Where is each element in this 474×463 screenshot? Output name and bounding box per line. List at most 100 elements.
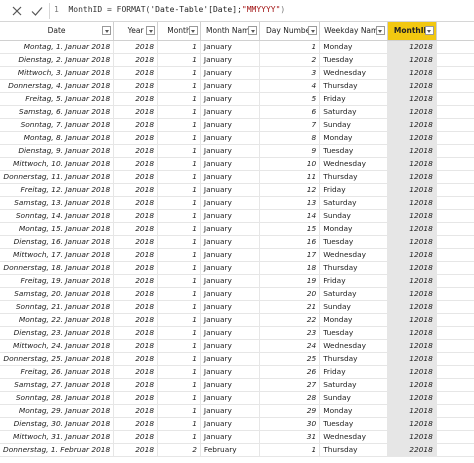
table-row[interactable]: Samstag, 6. Januar 2018 2018 1 January 6 Satu…	[0, 105, 474, 119]
cell-year[interactable]: 2018	[113, 287, 159, 301]
cell-date[interactable]: Dienstag, 30. Januar 2018	[0, 417, 115, 431]
cell-month[interactable]: 1	[157, 53, 201, 67]
cell-month-id[interactable]: 12018	[387, 53, 437, 67]
cell-day-number[interactable]: 12	[259, 183, 321, 197]
cell-day-number[interactable]: 4	[259, 79, 321, 93]
table-row[interactable]: Mittwoch, 3. Januar 2018 2018 1 January 3 Wed…	[0, 66, 474, 80]
cell-month[interactable]: 1	[157, 287, 201, 301]
cell-day-number[interactable]: 6	[259, 105, 321, 119]
cell-year[interactable]: 2018	[113, 40, 159, 54]
table-row[interactable]: Sonntag, 21. Januar 2018 2018 1 January 21 Su…	[0, 300, 474, 314]
cell-month-id[interactable]: 12018	[387, 144, 437, 158]
cell-weekday-name[interactable]: Sunday	[319, 118, 388, 132]
cell-weekday-name[interactable]: Monday	[319, 313, 388, 327]
cell-day-number[interactable]: 29	[259, 404, 321, 418]
cell-month-id[interactable]: 12018	[387, 339, 437, 353]
cell-weekday-name[interactable]: Saturday	[319, 196, 388, 210]
column-header-month-name[interactable]: Month Name	[200, 22, 261, 41]
cell-month-name[interactable]: January	[200, 170, 261, 184]
cell-year[interactable]: 2018	[113, 391, 159, 405]
cell-day-number[interactable]: 13	[259, 196, 321, 210]
commit-check-icon[interactable]	[29, 3, 45, 19]
cell-year[interactable]: 2018	[113, 443, 159, 457]
cell-date[interactable]: Donnerstag, 18. Januar 2018	[0, 261, 115, 275]
table-row[interactable]: Samstag, 20. Januar 2018 2018 1 January 20 Sa…	[0, 287, 474, 301]
cell-year[interactable]: 2018	[113, 326, 159, 340]
cell-day-number[interactable]: 1	[259, 443, 321, 457]
cell-date[interactable]: Montag, 8. Januar 2018	[0, 131, 115, 145]
cell-weekday-name[interactable]: Wednesday	[319, 157, 388, 171]
cell-date[interactable]: Montag, 15. Januar 2018	[0, 222, 115, 236]
table-row[interactable]: Sonntag, 14. Januar 2018 2018 1 January 14 Su…	[0, 209, 474, 223]
cell-day-number[interactable]: 11	[259, 170, 321, 184]
cell-weekday-name[interactable]: Friday	[319, 183, 388, 197]
cell-day-number[interactable]: 5	[259, 92, 321, 106]
cell-month[interactable]: 1	[157, 339, 201, 353]
cell-weekday-name[interactable]: Wednesday	[319, 339, 388, 353]
table-row[interactable]: Freitag, 5. Januar 2018 2018 1 January 5 Frid…	[0, 92, 474, 106]
cancel-icon[interactable]	[9, 3, 25, 19]
cell-day-number[interactable]: 18	[259, 261, 321, 275]
cell-year[interactable]: 2018	[113, 118, 159, 132]
cell-month-name[interactable]: January	[200, 365, 261, 379]
cell-month-id[interactable]: 12018	[387, 157, 437, 171]
cell-month-id[interactable]: 12018	[387, 300, 437, 314]
cell-month-name[interactable]: January	[200, 417, 261, 431]
filter-dropdown-icon[interactable]	[188, 26, 198, 35]
cell-month[interactable]: 1	[157, 118, 201, 132]
cell-month-name[interactable]: January	[200, 183, 261, 197]
table-row[interactable]: Donnerstag, 1. Februar 2018 2018 2 February…	[0, 443, 474, 457]
cell-weekday-name[interactable]: Monday	[319, 40, 388, 54]
cell-month[interactable]: 1	[157, 248, 201, 262]
cell-month-name[interactable]: January	[200, 157, 261, 171]
cell-date[interactable]: Donnerstag, 11. Januar 2018	[0, 170, 115, 184]
cell-year[interactable]: 2018	[113, 79, 159, 93]
cell-weekday-name[interactable]: Thursday	[319, 443, 388, 457]
cell-weekday-name[interactable]: Tuesday	[319, 53, 388, 67]
cell-month-id[interactable]: 12018	[387, 79, 437, 93]
cell-month-id[interactable]: 12018	[387, 274, 437, 288]
cell-date[interactable]: Sonntag, 14. Januar 2018	[0, 209, 115, 223]
cell-day-number[interactable]: 22	[259, 313, 321, 327]
cell-day-number[interactable]: 16	[259, 235, 321, 249]
cell-weekday-name[interactable]: Sunday	[319, 300, 388, 314]
cell-month-name[interactable]: February	[200, 443, 261, 457]
cell-day-number[interactable]: 25	[259, 352, 321, 366]
cell-month-id[interactable]: 12018	[387, 417, 437, 431]
cell-weekday-name[interactable]: Monday	[319, 131, 388, 145]
cell-month-name[interactable]: January	[200, 274, 261, 288]
cell-month-name[interactable]: January	[200, 92, 261, 106]
cell-month-id[interactable]: 12018	[387, 92, 437, 106]
cell-month[interactable]: 1	[157, 313, 201, 327]
filter-dropdown-icon[interactable]	[248, 26, 258, 35]
cell-month[interactable]: 1	[157, 79, 201, 93]
cell-month[interactable]: 2	[157, 443, 201, 457]
cell-date[interactable]: Dienstag, 9. Januar 2018	[0, 144, 115, 158]
cell-date[interactable]: Samstag, 13. Januar 2018	[0, 196, 115, 210]
cell-year[interactable]: 2018	[113, 105, 159, 119]
table-row[interactable]: Dienstag, 2. Januar 2018 2018 1 January 2 Tue…	[0, 53, 474, 67]
cell-month-name[interactable]: January	[200, 261, 261, 275]
cell-weekday-name[interactable]: Wednesday	[319, 66, 388, 80]
cell-month-name[interactable]: January	[200, 105, 261, 119]
cell-month[interactable]: 1	[157, 183, 201, 197]
cell-month[interactable]: 1	[157, 157, 201, 171]
filter-dropdown-icon[interactable]	[308, 26, 318, 35]
cell-month-id[interactable]: 12018	[387, 105, 437, 119]
cell-month-id[interactable]: 12018	[387, 66, 437, 80]
table-row[interactable]: Freitag, 26. Januar 2018 2018 1 January 26 Fr…	[0, 365, 474, 379]
cell-year[interactable]: 2018	[113, 313, 159, 327]
cell-month-id[interactable]: 12018	[387, 183, 437, 197]
cell-year[interactable]: 2018	[113, 261, 159, 275]
cell-month-name[interactable]: January	[200, 339, 261, 353]
cell-day-number[interactable]: 23	[259, 326, 321, 340]
cell-month-name[interactable]: January	[200, 287, 261, 301]
cell-date[interactable]: Sonntag, 21. Januar 2018	[0, 300, 115, 314]
cell-month-id[interactable]: 12018	[387, 326, 437, 340]
cell-month[interactable]: 1	[157, 352, 201, 366]
cell-year[interactable]: 2018	[113, 365, 159, 379]
cell-month-name[interactable]: January	[200, 66, 261, 80]
cell-day-number[interactable]: 15	[259, 222, 321, 236]
cell-month-name[interactable]: January	[200, 391, 261, 405]
formula-input[interactable]: 1 MonthID = FORMAT('Date-Table'[Date];"M…	[54, 5, 285, 14]
